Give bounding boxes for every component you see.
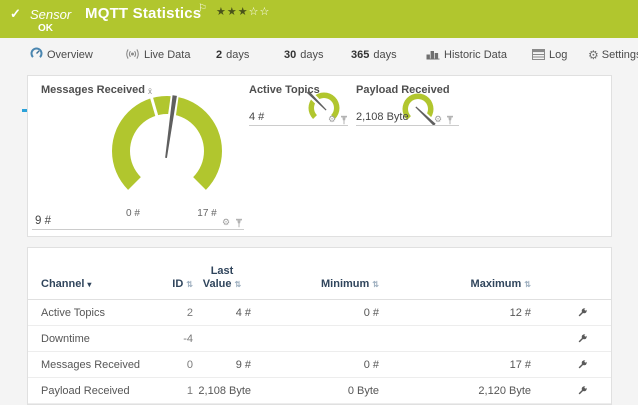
- priority-stars[interactable]: ★★★☆☆: [216, 5, 270, 18]
- stars-empty[interactable]: ☆☆: [249, 6, 271, 18]
- primary-gauge: [92, 86, 242, 216]
- sort-icon: ⇅: [235, 280, 242, 289]
- payload-underline: [356, 125, 459, 126]
- table-header-row: Channel▾ ID⇅ Last Value⇅ Minimum⇅ Maximu…: [28, 248, 611, 300]
- average-marker-label: x̄: [145, 87, 155, 96]
- bar-chart-icon: [426, 48, 440, 60]
- overview-gauges-panel: Messages Received x̄ 0 # 17 # 9 # ⚙ Acti…: [27, 75, 612, 237]
- tab-log[interactable]: Log: [532, 42, 567, 68]
- tab-30-days[interactable]: 30days: [284, 42, 324, 68]
- table-row[interactable]: Downtime -4: [28, 326, 611, 352]
- channel-gear-icon[interactable]: ⚙: [328, 115, 336, 124]
- column-header-maximum[interactable]: Maximum⇅: [379, 278, 531, 292]
- log-table-icon: [532, 49, 545, 60]
- object-kind-label: Sensor: [30, 7, 71, 22]
- channel-settings-wrench-icon[interactable]: [577, 385, 588, 396]
- column-header-id[interactable]: ID⇅: [161, 278, 193, 292]
- channel-settings-wrench-icon[interactable]: [577, 307, 588, 318]
- payload-received-value: 2,108 Byte: [356, 111, 409, 123]
- tab-bar: Overview Live Data 2days 30days 365days …: [0, 42, 638, 72]
- tab-historic-data[interactable]: Historic Data: [426, 42, 507, 68]
- sort-icon: ⇅: [186, 280, 193, 289]
- column-header-last-value[interactable]: Last Value⇅: [193, 265, 251, 293]
- gear-icon: ⚙: [588, 48, 599, 62]
- primary-gauge-value: 9 #: [35, 215, 51, 227]
- gauge-icon: [30, 47, 43, 60]
- primary-gauge-min-label: 0 #: [118, 208, 148, 219]
- pin-icon[interactable]: [340, 115, 348, 125]
- status-check-icon: ✓: [10, 6, 21, 22]
- sort-icon: ⇅: [372, 280, 379, 289]
- channel-gear-icon[interactable]: ⚙: [222, 218, 230, 227]
- tab-overview[interactable]: Overview: [30, 42, 93, 68]
- pin-icon[interactable]: [446, 115, 454, 125]
- tab-settings[interactable]: ⚙Settings: [588, 42, 638, 68]
- sensor-header-bar: ✓ Sensor MQTT Statistics ⚐ ★★★☆☆ OK: [0, 0, 638, 38]
- stars-filled[interactable]: ★★★: [216, 6, 249, 18]
- channel-settings-wrench-icon[interactable]: [577, 333, 588, 344]
- channel-table-panel: Channel▾ ID⇅ Last Value⇅ Minimum⇅ Maximu…: [27, 247, 612, 405]
- tab-365-days[interactable]: 365days: [351, 42, 397, 68]
- channel-gear-icon[interactable]: ⚙: [434, 115, 442, 124]
- primary-gauge-max-label: 17 #: [190, 208, 224, 219]
- sort-icon: ⇅: [524, 280, 531, 289]
- column-header-minimum[interactable]: Minimum⇅: [251, 278, 379, 292]
- primary-value-underline: [32, 229, 244, 230]
- table-row[interactable]: Messages Received 0 9 # 0 # 17 #: [28, 352, 611, 378]
- table-row[interactable]: Payload Received 1 2,108 Byte 0 Byte 2,1…: [28, 378, 611, 404]
- tab-live-data[interactable]: Live Data: [125, 42, 190, 68]
- live-data-icon: [125, 48, 140, 60]
- flag-icon: ⚐: [198, 3, 207, 14]
- sort-caret-icon: ▾: [87, 280, 91, 289]
- tab-2-days[interactable]: 2days: [216, 42, 249, 68]
- channel-settings-wrench-icon[interactable]: [577, 359, 588, 370]
- active-topics-underline: [249, 125, 348, 126]
- pin-icon[interactable]: [235, 218, 243, 228]
- status-badge: OK: [38, 23, 53, 34]
- active-topics-value: 4 #: [249, 111, 264, 123]
- page-title: MQTT Statistics: [85, 5, 201, 22]
- column-header-channel[interactable]: Channel▾: [41, 278, 161, 292]
- table-row[interactable]: Active Topics 2 4 # 0 # 12 #: [28, 300, 611, 326]
